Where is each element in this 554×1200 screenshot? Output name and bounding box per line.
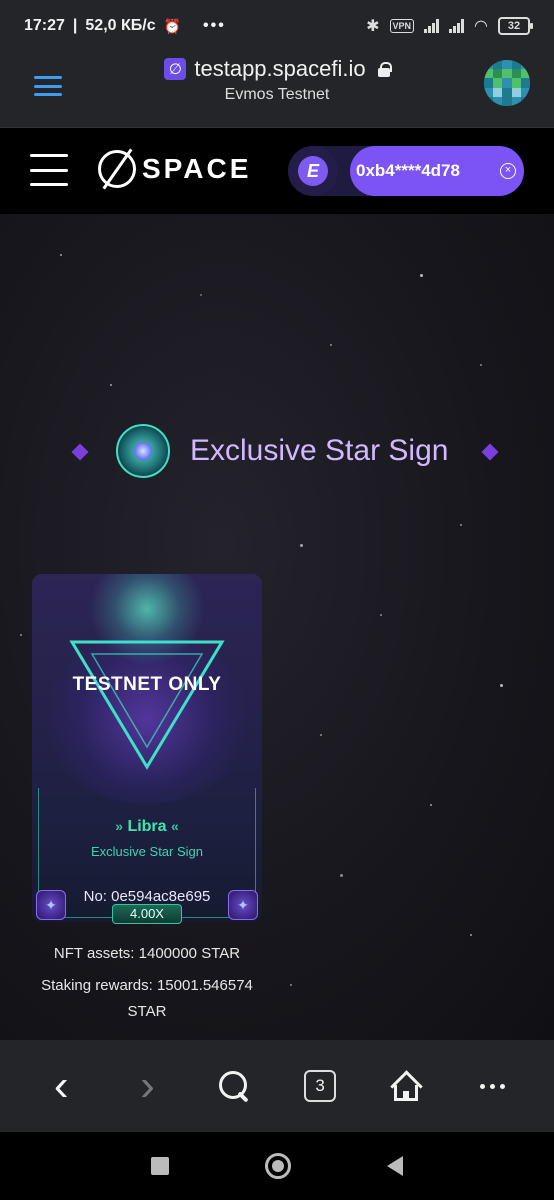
evmos-chain-icon: E xyxy=(288,146,338,196)
back-arrow-icon: ‹ xyxy=(53,1061,69,1110)
diamond-right-icon xyxy=(481,443,499,461)
status-right: ✱ VPN ◠ 32 xyxy=(366,16,533,36)
search-button[interactable] xyxy=(204,1056,264,1116)
staking-rewards-unit: STAR xyxy=(127,1003,167,1020)
more-dots-icon xyxy=(480,1083,506,1089)
star-decoration xyxy=(480,364,482,366)
star-decoration xyxy=(290,984,292,986)
space-logo[interactable]: SPACE xyxy=(98,150,251,188)
testnet-only-label: TESTNET ONLY xyxy=(72,674,222,695)
forward-button[interactable]: › xyxy=(117,1056,177,1116)
star-decoration xyxy=(420,274,423,277)
triangle-emblem-icon xyxy=(69,640,225,770)
star-decoration xyxy=(470,934,472,936)
battery-icon: 32 xyxy=(498,17,533,35)
staking-rewards: Staking rewards: 15001.546574 xyxy=(41,977,253,994)
browser-bar: ∅ testapp.spacefi.io Evmos Testnet xyxy=(0,52,554,128)
status-left: 17:27 | 52,0 КБ/с ⏰ ••• xyxy=(24,17,226,35)
status-time: 17:27 xyxy=(24,17,65,34)
diamond-left-icon xyxy=(71,443,89,461)
star-decoration xyxy=(300,544,303,547)
forward-arrow-icon: › xyxy=(140,1061,155,1110)
site-favicon-icon: ∅ xyxy=(164,58,187,80)
home-icon xyxy=(390,1071,422,1101)
section-title: Exclusive Star Sign xyxy=(190,434,449,467)
more-notifications-icon: ••• xyxy=(203,17,226,34)
back-button[interactable]: ‹ xyxy=(31,1056,91,1116)
status-bar: 17:27 | 52,0 КБ/с ⏰ ••• ✱ VPN ◠ 32 xyxy=(0,0,554,52)
alarm-icon: ⏰ xyxy=(163,17,182,34)
wallet-button[interactable]: E 0xb4****4d78 × xyxy=(288,146,524,196)
chevrons-right-icon: » xyxy=(115,818,123,834)
network-label: Evmos Testnet xyxy=(224,86,330,103)
signal-icon xyxy=(424,19,440,33)
star-decoration xyxy=(380,614,382,616)
nft-assets: NFT assets: 1400000 STAR xyxy=(53,945,241,962)
search-icon xyxy=(218,1071,249,1101)
wifi-icon: ◠ xyxy=(474,18,488,35)
disconnect-icon[interactable]: × xyxy=(500,163,516,179)
wallet-address-pill[interactable]: 0xb4****4d78 × xyxy=(350,146,524,196)
tabs-count: 3 xyxy=(304,1070,337,1102)
nft-name-text: Libra xyxy=(127,818,167,835)
home-system-icon[interactable] xyxy=(265,1153,291,1179)
nft-card[interactable]: TESTNET ONLY » Libra « Exclusive Star Si… xyxy=(32,574,262,922)
star-decoration xyxy=(330,344,332,346)
system-nav-bar xyxy=(0,1132,554,1200)
vpn-badge: VPN xyxy=(389,19,415,33)
corner-badge-left-icon: ✦ xyxy=(36,890,66,920)
star-decoration xyxy=(430,804,432,806)
corner-badge-right-icon: ✦ xyxy=(228,890,258,920)
logo-text: SPACE xyxy=(142,153,252,184)
star-decoration xyxy=(200,294,202,296)
star-decoration xyxy=(60,254,62,256)
url-line: ∅ testapp.spacefi.io xyxy=(164,56,392,82)
star-decoration xyxy=(110,384,112,386)
back-system-icon[interactable] xyxy=(387,1156,403,1176)
tabs-button[interactable]: 3 xyxy=(290,1056,350,1116)
browser-bottom-nav: ‹ › 3 xyxy=(0,1040,554,1132)
star-sign-badge-icon xyxy=(116,424,170,478)
wallet-address: 0xb4****4d78 xyxy=(356,161,460,180)
star-decoration xyxy=(340,874,343,877)
bluetooth-icon: ✱ xyxy=(366,18,380,35)
home-button[interactable] xyxy=(376,1056,436,1116)
status-divider: | xyxy=(72,17,78,34)
star-decoration xyxy=(460,524,462,526)
recents-icon[interactable] xyxy=(151,1157,169,1175)
signal-icon-2 xyxy=(449,19,465,33)
hamburger-menu-icon[interactable] xyxy=(30,154,68,186)
main-content: Exclusive Star Sign TESTNET ONLY » Libra… xyxy=(0,214,554,1040)
address-bar[interactable]: ∅ testapp.spacefi.io Evmos Testnet xyxy=(0,56,554,104)
nft-name: » Libra « xyxy=(32,818,262,836)
nft-subtitle: Exclusive Star Sign xyxy=(91,844,203,859)
space-logo-icon xyxy=(98,150,136,188)
star-decoration xyxy=(20,634,22,636)
site-header: SPACE E 0xb4****4d78 × xyxy=(0,128,554,214)
status-net-speed: 52,0 КБ/с xyxy=(85,17,156,34)
avatar[interactable] xyxy=(484,60,530,106)
multiplier-badge: 4.00X xyxy=(112,904,182,924)
chevrons-left-icon: « xyxy=(171,818,179,834)
more-menu-button[interactable] xyxy=(463,1056,523,1116)
star-decoration xyxy=(320,734,322,736)
card-footer: ✦ 4.00X ✦ xyxy=(32,890,262,924)
url-text: testapp.spacefi.io xyxy=(194,56,366,81)
lock-icon xyxy=(377,62,392,77)
star-decoration xyxy=(500,684,503,687)
